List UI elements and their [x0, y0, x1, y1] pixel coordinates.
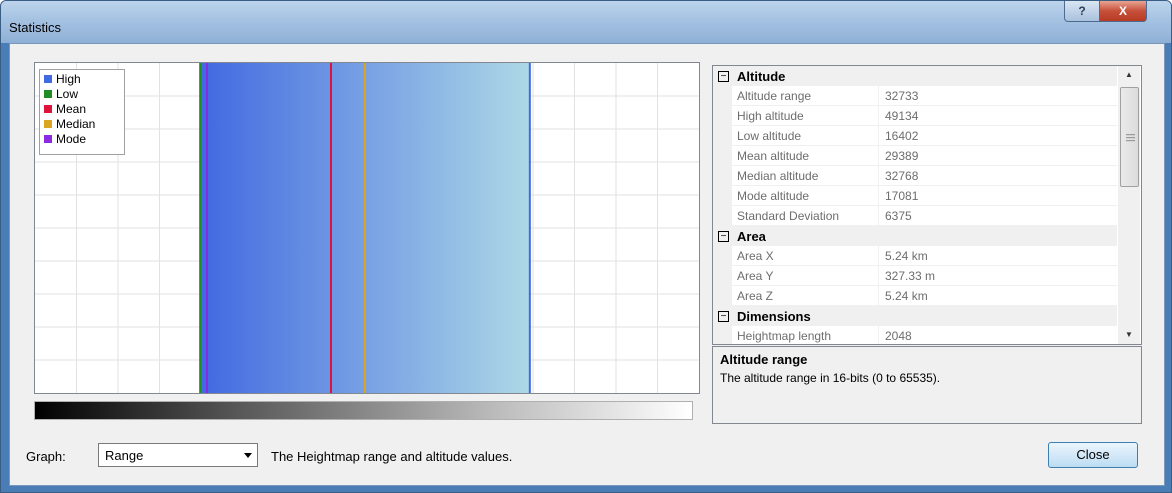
row-gutter	[713, 206, 732, 226]
legend-item-median: Median	[44, 117, 124, 132]
property-name: Altitude range	[737, 89, 812, 103]
property-row[interactable]: Altitude range 32733	[713, 86, 1117, 106]
legend-item-high: High	[44, 72, 124, 87]
property-value: 5.24 km	[878, 246, 1123, 266]
property-value: 327.33 m	[878, 266, 1123, 286]
property-name: Mean altitude	[737, 149, 810, 163]
dropdown-arrow-icon	[244, 453, 252, 458]
description-title: Altitude range	[720, 352, 808, 367]
window-close-button[interactable]: X	[1099, 1, 1147, 22]
property-name: Mode altitude	[737, 189, 810, 203]
property-value: 49134	[878, 106, 1123, 126]
graph-description: The Heightmap range and altitude values.	[271, 449, 513, 464]
row-gutter	[713, 106, 732, 126]
legend-swatch	[44, 135, 52, 143]
property-row[interactable]: Area X 5.24 km	[713, 246, 1117, 266]
scroll-thumb[interactable]: — — —	[1120, 87, 1139, 187]
category-label: Dimensions	[737, 309, 811, 324]
property-grid[interactable]: − Altitude Altitude range 32733 High altitud…	[712, 65, 1142, 345]
property-name: High altitude	[737, 109, 804, 123]
property-value: 32768	[878, 166, 1123, 186]
chart-legend: High Low Mean Median Mode	[39, 69, 125, 155]
dialog-body: High Low Mean Median Mode − Altitude Altitude …	[9, 43, 1165, 486]
property-value: 5.24 km	[878, 286, 1123, 306]
legend-swatch	[44, 75, 52, 83]
legend-item-mode: Mode	[44, 132, 124, 147]
property-row[interactable]: Standard Deviation 6375	[713, 206, 1117, 226]
property-name: Area X	[737, 249, 774, 263]
legend-swatch	[44, 90, 52, 98]
legend-label: Mode	[56, 132, 87, 146]
property-value: 29389	[878, 146, 1123, 166]
description-text: The altitude range in 16-bits (0 to 6553…	[720, 371, 941, 385]
row-gutter	[713, 146, 732, 166]
row-gutter	[713, 286, 732, 306]
category-area[interactable]: − Area	[713, 226, 1117, 246]
grip-icon: — — —	[1126, 129, 1135, 145]
legend-label: Low	[56, 87, 79, 101]
property-row[interactable]: Area Z 5.24 km	[713, 286, 1117, 306]
collapse-icon[interactable]: −	[718, 311, 729, 322]
help-button[interactable]: ?	[1064, 1, 1100, 22]
property-scrollbar[interactable]: ▲ — — — ▼	[1118, 66, 1140, 344]
property-row[interactable]: Median altitude 32768	[713, 166, 1117, 186]
altitude-gradient-bar	[34, 401, 693, 420]
property-row[interactable]: High altitude 49134	[713, 106, 1117, 126]
graph-select-value: Range	[105, 448, 144, 463]
graph-panel: High Low Mean Median Mode	[34, 62, 700, 394]
category-label: Altitude	[737, 69, 786, 84]
property-row[interactable]: Mean altitude 29389	[713, 146, 1117, 166]
property-value: 2048	[878, 326, 1123, 344]
category-dimensions[interactable]: − Dimensions	[713, 306, 1117, 326]
scroll-up-arrow-icon[interactable]: ▲	[1118, 66, 1140, 84]
close-button[interactable]: Close	[1048, 442, 1138, 468]
row-gutter	[713, 166, 732, 186]
legend-label: Median	[56, 117, 96, 131]
property-name: Area Z	[737, 289, 774, 303]
property-name: Median altitude	[737, 169, 819, 183]
property-name: Area Y	[737, 269, 774, 283]
row-gutter	[713, 126, 732, 146]
property-name: Heightmap length	[737, 329, 832, 343]
property-value: 17081	[878, 186, 1123, 206]
scroll-down-arrow-icon[interactable]: ▼	[1118, 326, 1140, 344]
row-gutter	[713, 266, 732, 286]
property-row[interactable]: Area Y 327.33 m	[713, 266, 1117, 286]
legend-item-low: Low	[44, 87, 124, 102]
legend-swatch	[44, 120, 52, 128]
property-row[interactable]: Mode altitude 17081	[713, 186, 1117, 206]
window-title: Statistics	[9, 20, 62, 35]
title-bar: Statistics ? X	[1, 1, 1171, 43]
property-value: 32733	[878, 86, 1123, 106]
row-gutter	[713, 86, 732, 106]
graph-label: Graph:	[26, 449, 66, 464]
legend-label: Mean	[56, 102, 87, 116]
property-value: 16402	[878, 126, 1123, 146]
category-label: Area	[737, 229, 766, 244]
row-gutter	[713, 186, 732, 206]
property-description: Altitude range The altitude range in 16-…	[712, 346, 1142, 424]
property-name: Standard Deviation	[737, 209, 840, 223]
collapse-icon[interactable]: −	[718, 231, 729, 242]
property-row[interactable]: Heightmap length 2048	[713, 326, 1117, 344]
graph-select[interactable]: Range	[98, 443, 258, 467]
legend-label: High	[56, 72, 81, 86]
range-chart	[35, 63, 699, 393]
property-row[interactable]: Low altitude 16402	[713, 126, 1117, 146]
property-name: Low altitude	[737, 129, 802, 143]
statistics-window: Statistics ? X High Low Mean Median Mode − Al…	[0, 0, 1172, 493]
row-gutter	[713, 246, 732, 266]
row-gutter	[713, 326, 732, 344]
legend-swatch	[44, 105, 52, 113]
collapse-icon[interactable]: −	[718, 71, 729, 82]
legend-item-mean: Mean	[44, 102, 124, 117]
property-value: 6375	[878, 206, 1123, 226]
category-altitude[interactable]: − Altitude	[713, 66, 1117, 86]
